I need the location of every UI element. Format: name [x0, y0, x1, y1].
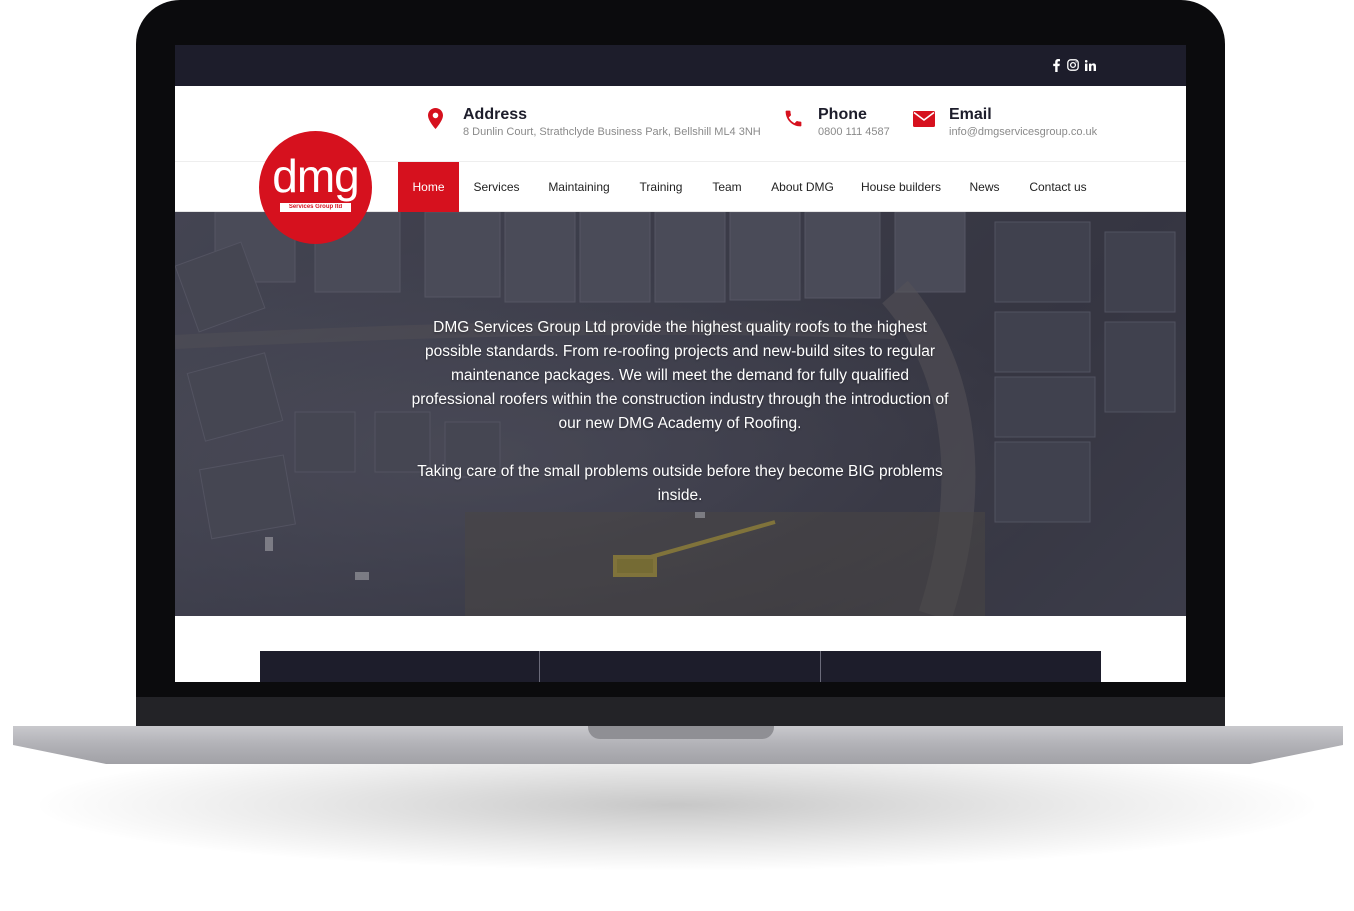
- email-title: Email: [949, 106, 992, 123]
- facebook-icon[interactable]: [1051, 58, 1061, 72]
- nav-item-maintaining[interactable]: Maintaining: [541, 162, 617, 212]
- address-detail: 8 Dunlin Court, Strathclyde Business Par…: [463, 126, 761, 138]
- feature-card[interactable]: [260, 651, 540, 682]
- hero-text: DMG Services Group Ltd provide the highe…: [411, 316, 949, 508]
- nav-item-home[interactable]: Home: [398, 162, 459, 212]
- dmg-logo[interactable]: dmg Services Group ltd: [259, 131, 372, 244]
- nav-item-news[interactable]: News: [962, 162, 1007, 212]
- laptop-notch: [588, 726, 774, 739]
- nav-item-training[interactable]: Training: [633, 162, 689, 212]
- instagram-icon[interactable]: [1066, 58, 1080, 72]
- phone-detail[interactable]: 0800 111 4587: [818, 126, 890, 138]
- website-screen: Address 8 Dunlin Court, Strathclyde Busi…: [175, 45, 1186, 682]
- nav-item-house-builders[interactable]: House builders: [856, 162, 946, 212]
- feature-card[interactable]: [821, 651, 1101, 682]
- phone-icon: [783, 108, 804, 134]
- address-title: Address: [463, 106, 528, 123]
- map-pin-icon: [428, 108, 443, 134]
- hero-paragraph-intro: DMG Services Group Ltd provide the highe…: [411, 319, 949, 432]
- nav-item-team[interactable]: Team: [705, 162, 749, 212]
- hero-banner: DMG Services Group Ltd provide the highe…: [175, 212, 1186, 616]
- phone-title: Phone: [818, 106, 867, 123]
- hero-paragraph-tagline: Taking care of the small problems outsid…: [417, 463, 943, 504]
- laptop-hinge: [136, 697, 1225, 727]
- nav-item-contact-us[interactable]: Contact us: [1023, 162, 1093, 212]
- email-detail[interactable]: info@dmgservicesgroup.co.uk: [949, 126, 1097, 138]
- phone-block: Phone 0800 111 4587: [781, 86, 911, 162]
- nav-item-about-dmg[interactable]: About DMG: [765, 162, 840, 212]
- logo-tagline: Services Group ltd: [280, 203, 351, 212]
- logo-wordmark: dmg: [272, 150, 359, 202]
- laptop-mockup: Address 8 Dunlin Court, Strathclyde Busi…: [0, 0, 1354, 911]
- feature-card[interactable]: [540, 651, 821, 682]
- envelope-icon: [913, 111, 935, 132]
- email-block: Email info@dmgservicesgroup.co.uk: [913, 86, 1113, 162]
- nav-item-services[interactable]: Services: [468, 162, 525, 212]
- address-block: Address 8 Dunlin Court, Strathclyde Busi…: [425, 86, 785, 162]
- top-bar: [175, 45, 1186, 86]
- feature-cards: [260, 651, 1101, 682]
- linkedin-icon[interactable]: [1083, 58, 1097, 72]
